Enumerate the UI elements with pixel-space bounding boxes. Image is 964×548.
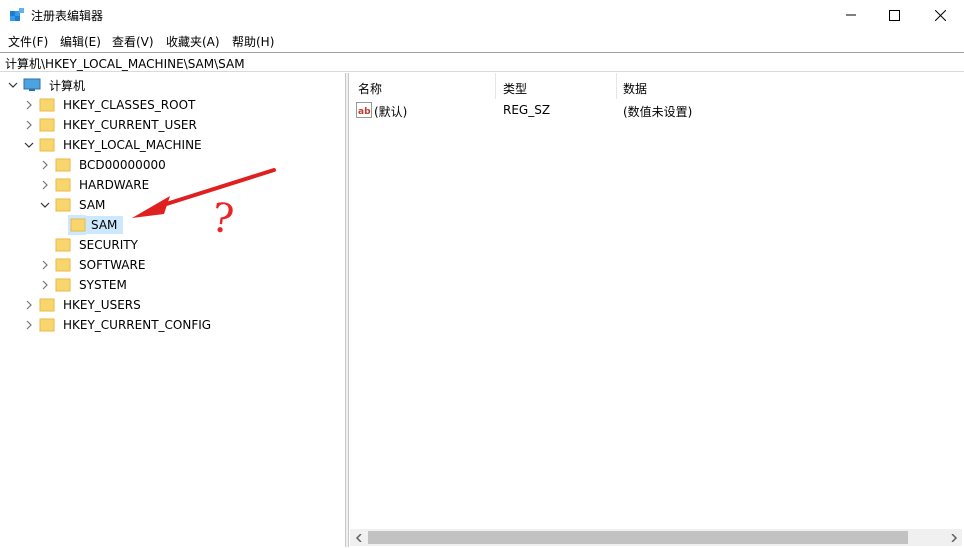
folder-open-icon	[55, 198, 71, 212]
string-value-icon: ab	[356, 102, 372, 118]
computer-icon	[23, 78, 41, 91]
folder-icon	[39, 98, 55, 112]
scrollbar-thumb[interactable]	[368, 531, 908, 544]
tree-node-label: SAM	[86, 216, 124, 234]
value-type: REG_SZ	[503, 103, 551, 117]
chevron-right-icon[interactable]	[22, 98, 36, 112]
column-divider[interactable]	[616, 73, 617, 99]
tree-node-sam-sam[interactable]: SAM	[54, 215, 124, 235]
maximize-button[interactable]	[871, 0, 917, 30]
tree-root-computer[interactable]: 计算机	[6, 75, 88, 95]
folder-icon	[55, 178, 71, 192]
tree-node-software[interactable]: SOFTWARE	[38, 255, 148, 275]
column-header-data[interactable]: 数据	[623, 80, 647, 97]
table-row[interactable]: ab (默认) REG_SZ (数值未设置)	[350, 100, 962, 120]
tree-node-sam[interactable]: SAM	[38, 195, 108, 215]
tree-node-label: HARDWARE	[79, 178, 150, 192]
folder-open-icon	[39, 138, 55, 152]
address-bar[interactable]: 计算机\HKEY_LOCAL_MACHINE\SAM\SAM	[0, 52, 964, 72]
column-divider[interactable]	[495, 73, 496, 99]
scroll-left-button[interactable]	[350, 529, 367, 546]
svg-text:ab: ab	[358, 107, 371, 117]
tree-node-hkey-local-machine[interactable]: HKEY_LOCAL_MACHINE	[22, 135, 205, 155]
folder-icon	[39, 318, 55, 332]
tree-node-label: SAM	[79, 198, 106, 212]
tree-node-label: SOFTWARE	[79, 258, 146, 272]
column-header-name[interactable]: 名称	[358, 80, 382, 97]
window-title: 注册表编辑器	[31, 9, 104, 23]
chevron-right-icon[interactable]	[38, 178, 52, 192]
pane-splitter[interactable]	[346, 73, 349, 547]
folder-icon	[39, 118, 55, 132]
chevron-right-icon[interactable]	[22, 118, 36, 132]
tree-node-security[interactable]: SECURITY	[38, 235, 141, 255]
folder-icon	[55, 158, 71, 172]
value-data: (数值未设置)	[623, 105, 693, 119]
minimize-icon	[846, 14, 856, 16]
tree-node-hardware[interactable]: HARDWARE	[38, 175, 152, 195]
scroll-right-button[interactable]	[945, 529, 962, 546]
menu-favorites[interactable]: 收藏夹(A)	[166, 33, 220, 50]
tree-node-label: SECURITY	[79, 238, 138, 252]
folder-icon	[55, 238, 71, 252]
value-list[interactable]: 名称 类型 数据 ab (默认) REG_SZ (数值未设置)	[350, 73, 962, 547]
tree-node-bcd[interactable]: BCD00000000	[38, 155, 169, 175]
title-bar: 注册表编辑器	[0, 0, 964, 30]
menu-help[interactable]: 帮助(H)	[232, 33, 274, 50]
chevron-right-icon[interactable]	[38, 158, 52, 172]
menu-edit[interactable]: 编辑(E)	[60, 33, 101, 50]
menu-bar: 文件(F) 编辑(E) 查看(V) 收藏夹(A) 帮助(H)	[0, 30, 964, 52]
chevron-right-icon[interactable]	[22, 298, 36, 312]
folder-icon	[39, 298, 55, 312]
chevron-down-icon[interactable]	[6, 78, 20, 92]
tree-node-hkey-current-config[interactable]: HKEY_CURRENT_CONFIG	[22, 315, 214, 335]
value-name: (默认)	[374, 105, 408, 119]
tree-node-system[interactable]: SYSTEM	[38, 275, 130, 295]
column-header-type[interactable]: 类型	[503, 80, 527, 97]
menu-file[interactable]: 文件(F)	[8, 33, 48, 50]
chevron-right-icon[interactable]	[38, 278, 52, 292]
tree-node-label: BCD00000000	[79, 158, 166, 172]
chevron-left-icon	[355, 533, 362, 542]
tree-node-label: HKEY_CLASSES_ROOT	[63, 98, 196, 112]
address-path[interactable]: 计算机\HKEY_LOCAL_MACHINE\SAM\SAM	[5, 55, 245, 72]
tree-node-hkey-current-user[interactable]: HKEY_CURRENT_USER	[22, 115, 200, 135]
tree-node-label: HKEY_USERS	[63, 298, 141, 312]
tree-node-label: HKEY_LOCAL_MACHINE	[63, 138, 202, 152]
tree-node-hkey-users[interactable]: HKEY_USERS	[22, 295, 144, 315]
horizontal-scrollbar[interactable]	[350, 529, 962, 546]
maximize-icon	[888, 9, 900, 21]
registry-editor-icon	[10, 8, 24, 21]
key-tree[interactable]: 计算机 HKEY_CLASSES_ROOT HKEY_CURRENT_USER …	[1, 73, 346, 547]
folder-icon	[70, 218, 86, 232]
chevron-right-icon[interactable]	[38, 258, 52, 272]
chevron-down-icon[interactable]	[38, 198, 52, 212]
tree-node-label: HKEY_CURRENT_CONFIG	[63, 318, 212, 332]
menu-view[interactable]: 查看(V)	[112, 33, 154, 50]
folder-icon	[55, 278, 71, 292]
close-icon	[934, 9, 946, 21]
close-button[interactable]	[917, 0, 963, 30]
minimize-button[interactable]	[828, 0, 874, 30]
tree-node-label: SYSTEM	[79, 278, 127, 292]
tree-node-hkey-classes-root[interactable]: HKEY_CLASSES_ROOT	[22, 95, 198, 115]
chevron-right-icon	[950, 533, 957, 542]
tree-node-label: 计算机	[49, 78, 86, 93]
chevron-right-icon[interactable]	[22, 318, 36, 332]
folder-icon	[55, 258, 71, 272]
chevron-down-icon[interactable]	[22, 138, 36, 152]
tree-node-label: HKEY_CURRENT_USER	[63, 118, 197, 132]
